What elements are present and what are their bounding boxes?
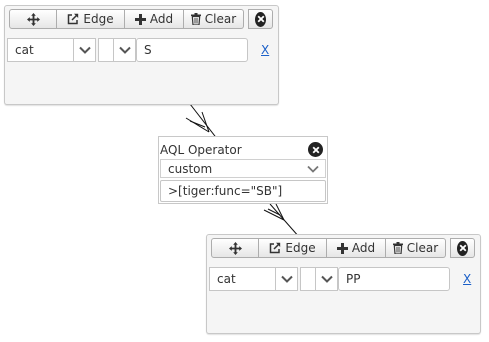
close-circle-icon [255, 11, 266, 27]
attribute-row: cat PP X [209, 267, 471, 291]
clear-button-label: Clear [406, 241, 439, 255]
chevron-down-icon [275, 268, 297, 290]
edge-arrowhead [201, 111, 210, 133]
plus-icon [336, 242, 348, 254]
operator-select[interactable] [98, 38, 136, 62]
value-input[interactable]: S [136, 38, 248, 62]
operator-value-text: >[tiger:func="SB"] [168, 184, 283, 198]
move-icon [26, 12, 40, 26]
operator-type-select[interactable]: custom [160, 159, 326, 178]
add-button-label: Add [149, 12, 174, 26]
value-input-text: PP [346, 272, 361, 286]
close-circle-icon [457, 240, 468, 256]
add-button-label: Add [351, 241, 376, 255]
move-button[interactable] [211, 238, 259, 258]
operator-value-input[interactable]: >[tiger:func="SB"] [160, 180, 326, 202]
aql-operator-title: AQL Operator [160, 143, 242, 157]
move-button[interactable] [9, 9, 57, 29]
operator-select[interactable] [300, 267, 338, 291]
node-toolbar: Edge Add Clear [9, 9, 273, 29]
aql-operator-box: AQL Operator custom >[tiger:func="SB"] [158, 136, 328, 204]
add-button[interactable]: Add [125, 9, 184, 29]
attribute-select[interactable]: cat [7, 38, 96, 62]
value-input[interactable]: PP [338, 267, 450, 291]
edge-button-label: Edge [285, 241, 316, 255]
clear-button[interactable]: Clear [386, 238, 446, 258]
edge-button[interactable]: Edge [259, 238, 327, 258]
clear-button[interactable]: Clear [184, 9, 244, 29]
attribute-select-value: cat [15, 43, 34, 57]
chevron-down-icon [113, 39, 135, 61]
edge-line-bottom [269, 203, 301, 239]
attribute-select-value: cat [217, 272, 236, 286]
node-toolbar: Edge Add Clear [211, 238, 475, 258]
clear-button-label: Clear [204, 12, 237, 26]
edge-arrowhead [185, 117, 210, 133]
query-node-bottom: Edge Add Clear cat PP X [206, 234, 481, 334]
remove-condition-link[interactable]: X [261, 43, 269, 57]
chevron-down-icon [73, 39, 95, 61]
attribute-row: cat S X [7, 38, 269, 62]
attribute-select[interactable]: cat [209, 267, 298, 291]
add-button[interactable]: Add [327, 238, 386, 258]
edge-arrowhead [267, 208, 281, 216]
external-link-icon [269, 242, 281, 254]
close-node-button[interactable] [450, 238, 475, 258]
move-icon [228, 241, 242, 255]
chevron-down-icon [307, 165, 319, 173]
trash-icon [392, 242, 403, 254]
external-link-icon [67, 13, 79, 25]
plus-icon [134, 13, 146, 25]
trash-icon [190, 13, 201, 25]
operator-type-value: custom [168, 161, 213, 176]
value-input-text: S [144, 43, 152, 57]
edge-button-label: Edge [83, 12, 114, 26]
edge-arrowhead [189, 120, 206, 128]
chevron-down-icon [315, 268, 337, 290]
query-node-top: Edge Add Clear cat S X [4, 5, 279, 105]
close-node-button[interactable] [248, 9, 273, 29]
close-operator-icon[interactable] [308, 142, 323, 157]
edge-button[interactable]: Edge [57, 9, 125, 29]
remove-condition-link[interactable]: X [463, 272, 471, 286]
